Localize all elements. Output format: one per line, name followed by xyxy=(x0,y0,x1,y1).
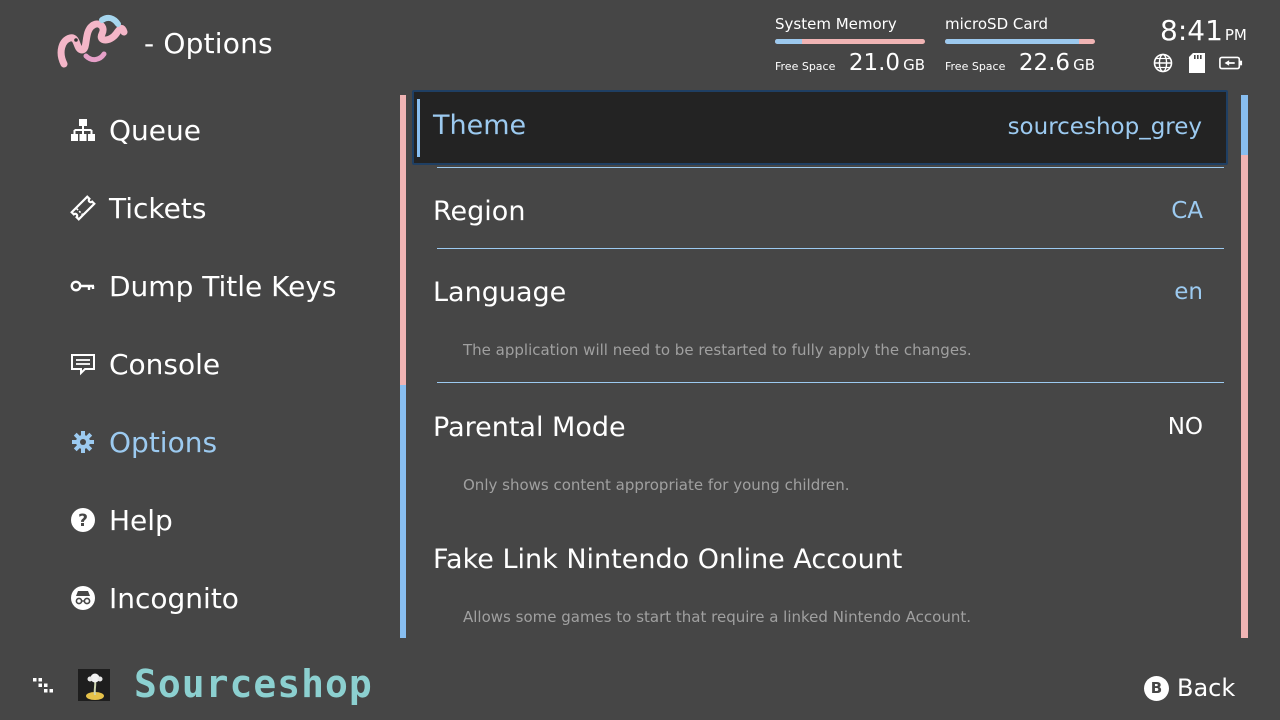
help-icon: ? xyxy=(68,505,98,535)
incognito-icon xyxy=(68,583,98,613)
svg-text:?: ? xyxy=(78,511,88,531)
sidebar-scroll-indicator xyxy=(400,95,406,638)
sidebar-item-dump-title-keys[interactable]: Dump Title Keys xyxy=(68,266,337,306)
console-icon xyxy=(68,349,98,379)
setting-name: Fake Link Nintendo Online Account xyxy=(433,543,903,575)
sidebar-item-label: Help xyxy=(109,503,173,537)
system-memory-storage: System Memory Free Space 21.0 GB xyxy=(775,14,925,76)
storage-amount: 22.6 xyxy=(1018,50,1071,76)
globe-icon xyxy=(1151,52,1175,74)
setting-value: CA xyxy=(1171,198,1203,224)
sidebar-item-label: Console xyxy=(109,347,221,381)
gear-icon xyxy=(68,427,98,457)
sidebar-item-label: Queue xyxy=(109,113,201,147)
worm-logo-icon xyxy=(56,12,128,72)
brand-name: Sourceshop xyxy=(134,662,373,706)
storage-label: System Memory xyxy=(775,15,897,33)
scrollbar-thumb[interactable] xyxy=(1241,95,1248,155)
divider xyxy=(437,167,1224,168)
hierarchy-icon xyxy=(68,115,98,145)
sd-card-storage: microSD Card Free Space 22.6 GB xyxy=(945,14,1095,76)
sidebar-item-label: Options xyxy=(109,425,218,459)
grip-icon xyxy=(33,676,53,698)
ticket-icon xyxy=(68,193,98,223)
key-icon xyxy=(68,271,98,301)
setting-region[interactable]: Region CA xyxy=(433,191,1203,231)
clock-time: 8:41 xyxy=(1160,14,1223,47)
selection-accent xyxy=(417,99,420,157)
setting-name: Region xyxy=(433,195,526,227)
setting-name: Theme xyxy=(433,110,527,141)
sd-card-icon xyxy=(1185,52,1209,74)
storage-bar-fill xyxy=(945,39,1079,44)
setting-parental-mode[interactable]: Parental Mode NO xyxy=(433,407,1203,447)
free-space-label: Free Space xyxy=(775,60,836,73)
page-title: - Options xyxy=(144,27,273,60)
free-space-label: Free Space xyxy=(945,60,1006,73)
setting-theme[interactable]: Theme sourceshop_grey xyxy=(412,90,1228,165)
sidebar-item-label: Dump Title Keys xyxy=(109,269,337,303)
divider xyxy=(437,248,1224,249)
clock-ampm: PM xyxy=(1224,26,1247,44)
b-button-icon: B xyxy=(1144,675,1169,701)
setting-name: Language xyxy=(433,276,567,308)
storage-unit: GB xyxy=(1073,56,1095,74)
battery-icon xyxy=(1219,52,1243,74)
storage-bar xyxy=(945,39,1095,44)
sidebar-item-label: Incognito xyxy=(109,581,239,615)
sidebar-item-help[interactable]: ? Help xyxy=(68,500,173,540)
storage-bar xyxy=(775,39,925,44)
setting-description: Allows some games to start that require … xyxy=(463,608,972,626)
status-icons xyxy=(1151,52,1243,74)
sidebar-item-incognito[interactable]: Incognito xyxy=(68,578,239,618)
avatar xyxy=(78,669,110,701)
setting-value: sourceshop_grey xyxy=(1007,114,1202,140)
clock: 8:41 PM xyxy=(1160,14,1247,47)
setting-name: Parental Mode xyxy=(433,411,626,443)
setting-value: en xyxy=(1174,279,1203,305)
storage-label: microSD Card xyxy=(945,15,1048,33)
sidebar-item-queue[interactable]: Queue xyxy=(68,110,201,150)
storage-amount: 21.0 xyxy=(848,50,901,76)
setting-value: NO xyxy=(1167,414,1203,440)
back-label: Back xyxy=(1177,674,1236,702)
divider xyxy=(437,382,1224,383)
setting-fake-link-account[interactable]: Fake Link Nintendo Online Account xyxy=(433,539,1203,579)
setting-description: The application will need to be restarte… xyxy=(463,341,972,359)
sidebar-item-console[interactable]: Console xyxy=(68,344,220,384)
setting-language[interactable]: Language en xyxy=(433,272,1203,312)
sidebar-item-options[interactable]: Options xyxy=(68,422,217,462)
back-button[interactable]: B Back xyxy=(1144,672,1235,704)
setting-description: Only shows content appropriate for young… xyxy=(463,476,850,494)
storage-bar-fill xyxy=(775,39,802,44)
sidebar-item-label: Tickets xyxy=(109,191,207,225)
storage-unit: GB xyxy=(903,56,925,74)
sidebar-item-tickets[interactable]: Tickets xyxy=(68,188,206,228)
settings-scrollbar[interactable] xyxy=(1241,95,1248,638)
